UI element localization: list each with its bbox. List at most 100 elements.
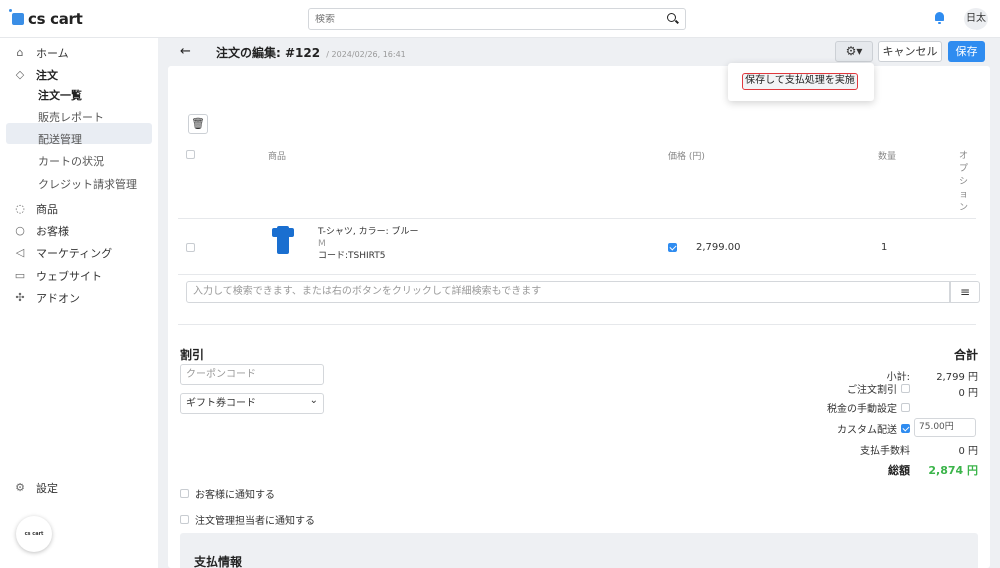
sidebar-item-label: ウェブサイト [36,270,102,283]
sidebar-subitem-order-list[interactable]: 注文一覧 [38,86,82,106]
order-discount-checkbox[interactable] [901,384,910,393]
sidebar-item-label: アドオン [36,292,80,305]
product-price: 2,799.00 [696,242,741,253]
total-label: 総額 [888,464,910,477]
order-discount-label: ご注文割引 [847,385,897,396]
page-title: 注文の編集: #122 / 2024/02/26, 16:41 [216,44,406,61]
sidebar-item-label: ホーム [36,47,69,60]
main-area: ← 注文の編集: #122 / 2024/02/26, 16:41 ⚙▾ キャン… [158,38,1000,568]
sidebar-subitem-shipping[interactable]: 配送管理 [38,130,82,150]
column-header-qty: 数量 [878,152,897,162]
sidebar-item-label: 設定 [36,482,58,495]
home-icon: ⌂ [16,46,24,59]
tax-row: 税金の手動設定 [827,400,910,415]
monitor-icon: ▭ [14,269,26,282]
sidebar-item-label: マーケティング [36,247,113,260]
sidebar-item-home[interactable]: ⌂ ホーム [14,43,69,63]
gear-icon: ⚙ [15,481,25,494]
notify-manager-label: 注文管理担当者に通知する [195,516,315,527]
order-panel: 🗑 商品 価格 (円) 数量 オプション T-シャツ, カラー: ブルー M コ… [168,66,990,568]
gift-code-select[interactable]: ギフト券コード [180,391,324,414]
advanced-search-button[interactable]: ≡ [950,281,980,303]
column-header-price: 価格 (円) [668,152,705,162]
sidebar-subitem-sales-report[interactable]: 販売レポート [38,108,104,128]
shipping-checkbox[interactable] [901,424,910,433]
sidebar-item-addons[interactable]: ✣ アドオン [14,288,80,308]
sidebar-item-label: 注文 [36,69,58,82]
sidebar-item-settings[interactable]: ⚙ 設定 [14,478,58,498]
sidebar-item-customers[interactable]: ○ お客様 [14,221,69,241]
megaphone-icon: ◁ [15,246,25,259]
save-and-process-payment-item[interactable]: 保存して支払処理を実施 [742,73,858,90]
tag-icon: ◌ [15,202,25,215]
column-header-product: 商品 [268,152,287,162]
sidebar-item-products[interactable]: ◌ 商品 [14,199,58,219]
payment-info-section: 支払情報 種類 [180,533,978,568]
product-thumbnail[interactable] [272,226,294,254]
product-info: T-シャツ, カラー: ブルー M コード:TSHIRT5 [318,226,419,262]
notify-customer-row[interactable]: お客様に通知する [180,486,275,501]
subtotal-value: 2,799 円 [936,372,978,383]
back-arrow-icon[interactable]: ← [180,44,191,59]
puzzle-icon: ✣ [15,291,25,304]
shipping-label: カスタム配送 [837,425,897,436]
sidebar-subitem-credit-billing[interactable]: クレジット請求管理 [38,175,137,195]
price-checkbox[interactable] [668,243,677,252]
order-date: / 2024/02/26, 16:41 [326,50,406,59]
mini-logo[interactable]: cs cart [16,516,52,552]
search-bar[interactable] [308,8,686,30]
sidebar-subitem-cart-status[interactable]: カートの状況 [38,152,104,172]
sidebar-item-label: お客様 [36,225,69,238]
shipping-cost-input[interactable]: 75.00円 [914,418,976,437]
notify-manager-row[interactable]: 注文管理担当者に通知する [180,512,315,527]
product-search-input[interactable]: 入力して検索できます、または右のボタンをクリックして詳細検索もできます [186,281,950,303]
page-title-text: 注文の編集: #122 [216,46,321,60]
logo-icon [9,9,24,25]
sidebar-item-orders[interactable]: ◇ 注文 [14,65,58,85]
cancel-button[interactable]: キャンセル [878,41,942,62]
row-divider [178,324,976,325]
search-icon[interactable] [667,13,679,25]
language-avatar[interactable]: 日太 [964,8,988,30]
tax-checkbox[interactable] [901,403,910,412]
fee-value: 0 円 [958,446,978,457]
save-button[interactable]: 保存 [948,41,985,62]
shipping-row: カスタム配送 [837,421,910,436]
payment-title: 支払情報 [194,555,243,568]
sidebar-item-label: 商品 [36,203,58,216]
sidebar-item-marketing[interactable]: ◁ マーケティング [14,243,112,263]
top-bar: cs cart 日太 [0,0,1000,38]
product-code: コード:TSHIRT5 [318,251,386,261]
trash-icon[interactable]: 🗑 [188,114,208,134]
fee-label: 支払手数料 [860,446,910,457]
user-icon: ○ [15,224,25,237]
row-divider [178,274,976,275]
tray-icon: ◇ [15,68,25,81]
notify-customer-checkbox[interactable] [180,489,189,498]
discount-title: 割引 [180,348,205,362]
summary-title: 合計 [953,348,978,362]
row-divider [178,218,976,219]
search-input[interactable] [315,13,667,25]
row-checkbox[interactable] [186,243,195,252]
order-discount-row: ご注文割引 [847,381,910,396]
gear-dropdown-menu: 保存して支払処理を実施 [728,63,874,101]
select-all-checkbox[interactable] [186,150,195,159]
total-value: 2,874 円 [928,464,978,477]
product-qty[interactable]: 1 [881,242,887,253]
tax-label: 税金の手動設定 [827,404,897,415]
sidebar: ⌂ ホーム ◇ 注文 注文一覧 販売レポート 配送管理 カートの状況 クレジット… [0,38,158,568]
page-header: ← 注文の編集: #122 / 2024/02/26, 16:41 ⚙▾ キャン… [158,38,1000,66]
coupon-code-input[interactable]: クーポンコード [180,364,324,385]
app-logo[interactable]: cs cart [9,9,83,28]
column-header-option: オプション [959,151,969,213]
bell-icon[interactable] [934,12,945,24]
notify-manager-checkbox[interactable] [180,515,189,524]
logo-text: cs cart [28,10,83,28]
sidebar-item-website[interactable]: ▭ ウェブサイト [14,266,102,286]
menu-icon: ≡ [959,285,971,299]
gear-dropdown-button[interactable]: ⚙▾ [835,41,873,62]
order-discount-value: 0 円 [958,388,978,399]
notify-customer-label: お客様に通知する [195,490,275,501]
product-name[interactable]: T-シャツ, カラー: ブルー [318,226,419,238]
